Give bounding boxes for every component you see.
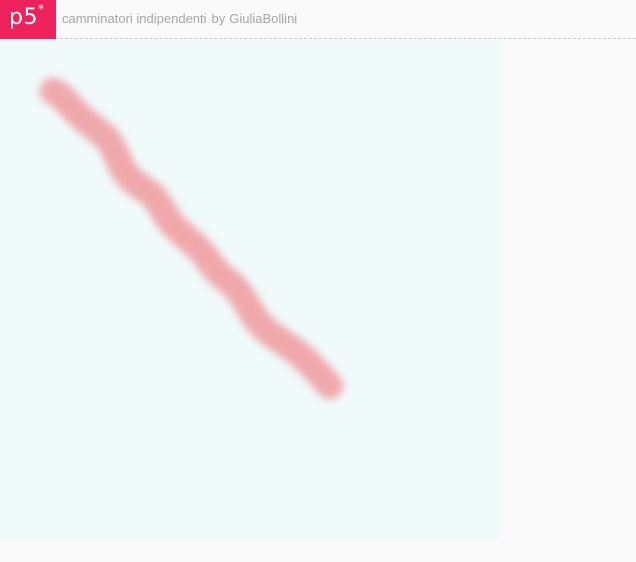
sketch-drawing	[39, 77, 344, 400]
p5-logo-text: p5	[9, 5, 38, 30]
asterisk-icon: *	[38, 2, 44, 16]
author-link[interactable]: GiuliaBollini	[229, 11, 297, 26]
by-label: by	[211, 11, 226, 26]
sketch-canvas[interactable]	[0, 40, 500, 540]
sketch-info: camminatori indipendenti by GiuliaBollini	[62, 11, 297, 27]
p5-logo-link[interactable]: p5 *	[0, 0, 56, 39]
sketch-title[interactable]: camminatori indipendenti	[62, 11, 207, 26]
top-bar: p5 * camminatori indipendenti by GiuliaBol…	[0, 0, 636, 39]
walker-stroke-highlight	[49, 87, 335, 391]
